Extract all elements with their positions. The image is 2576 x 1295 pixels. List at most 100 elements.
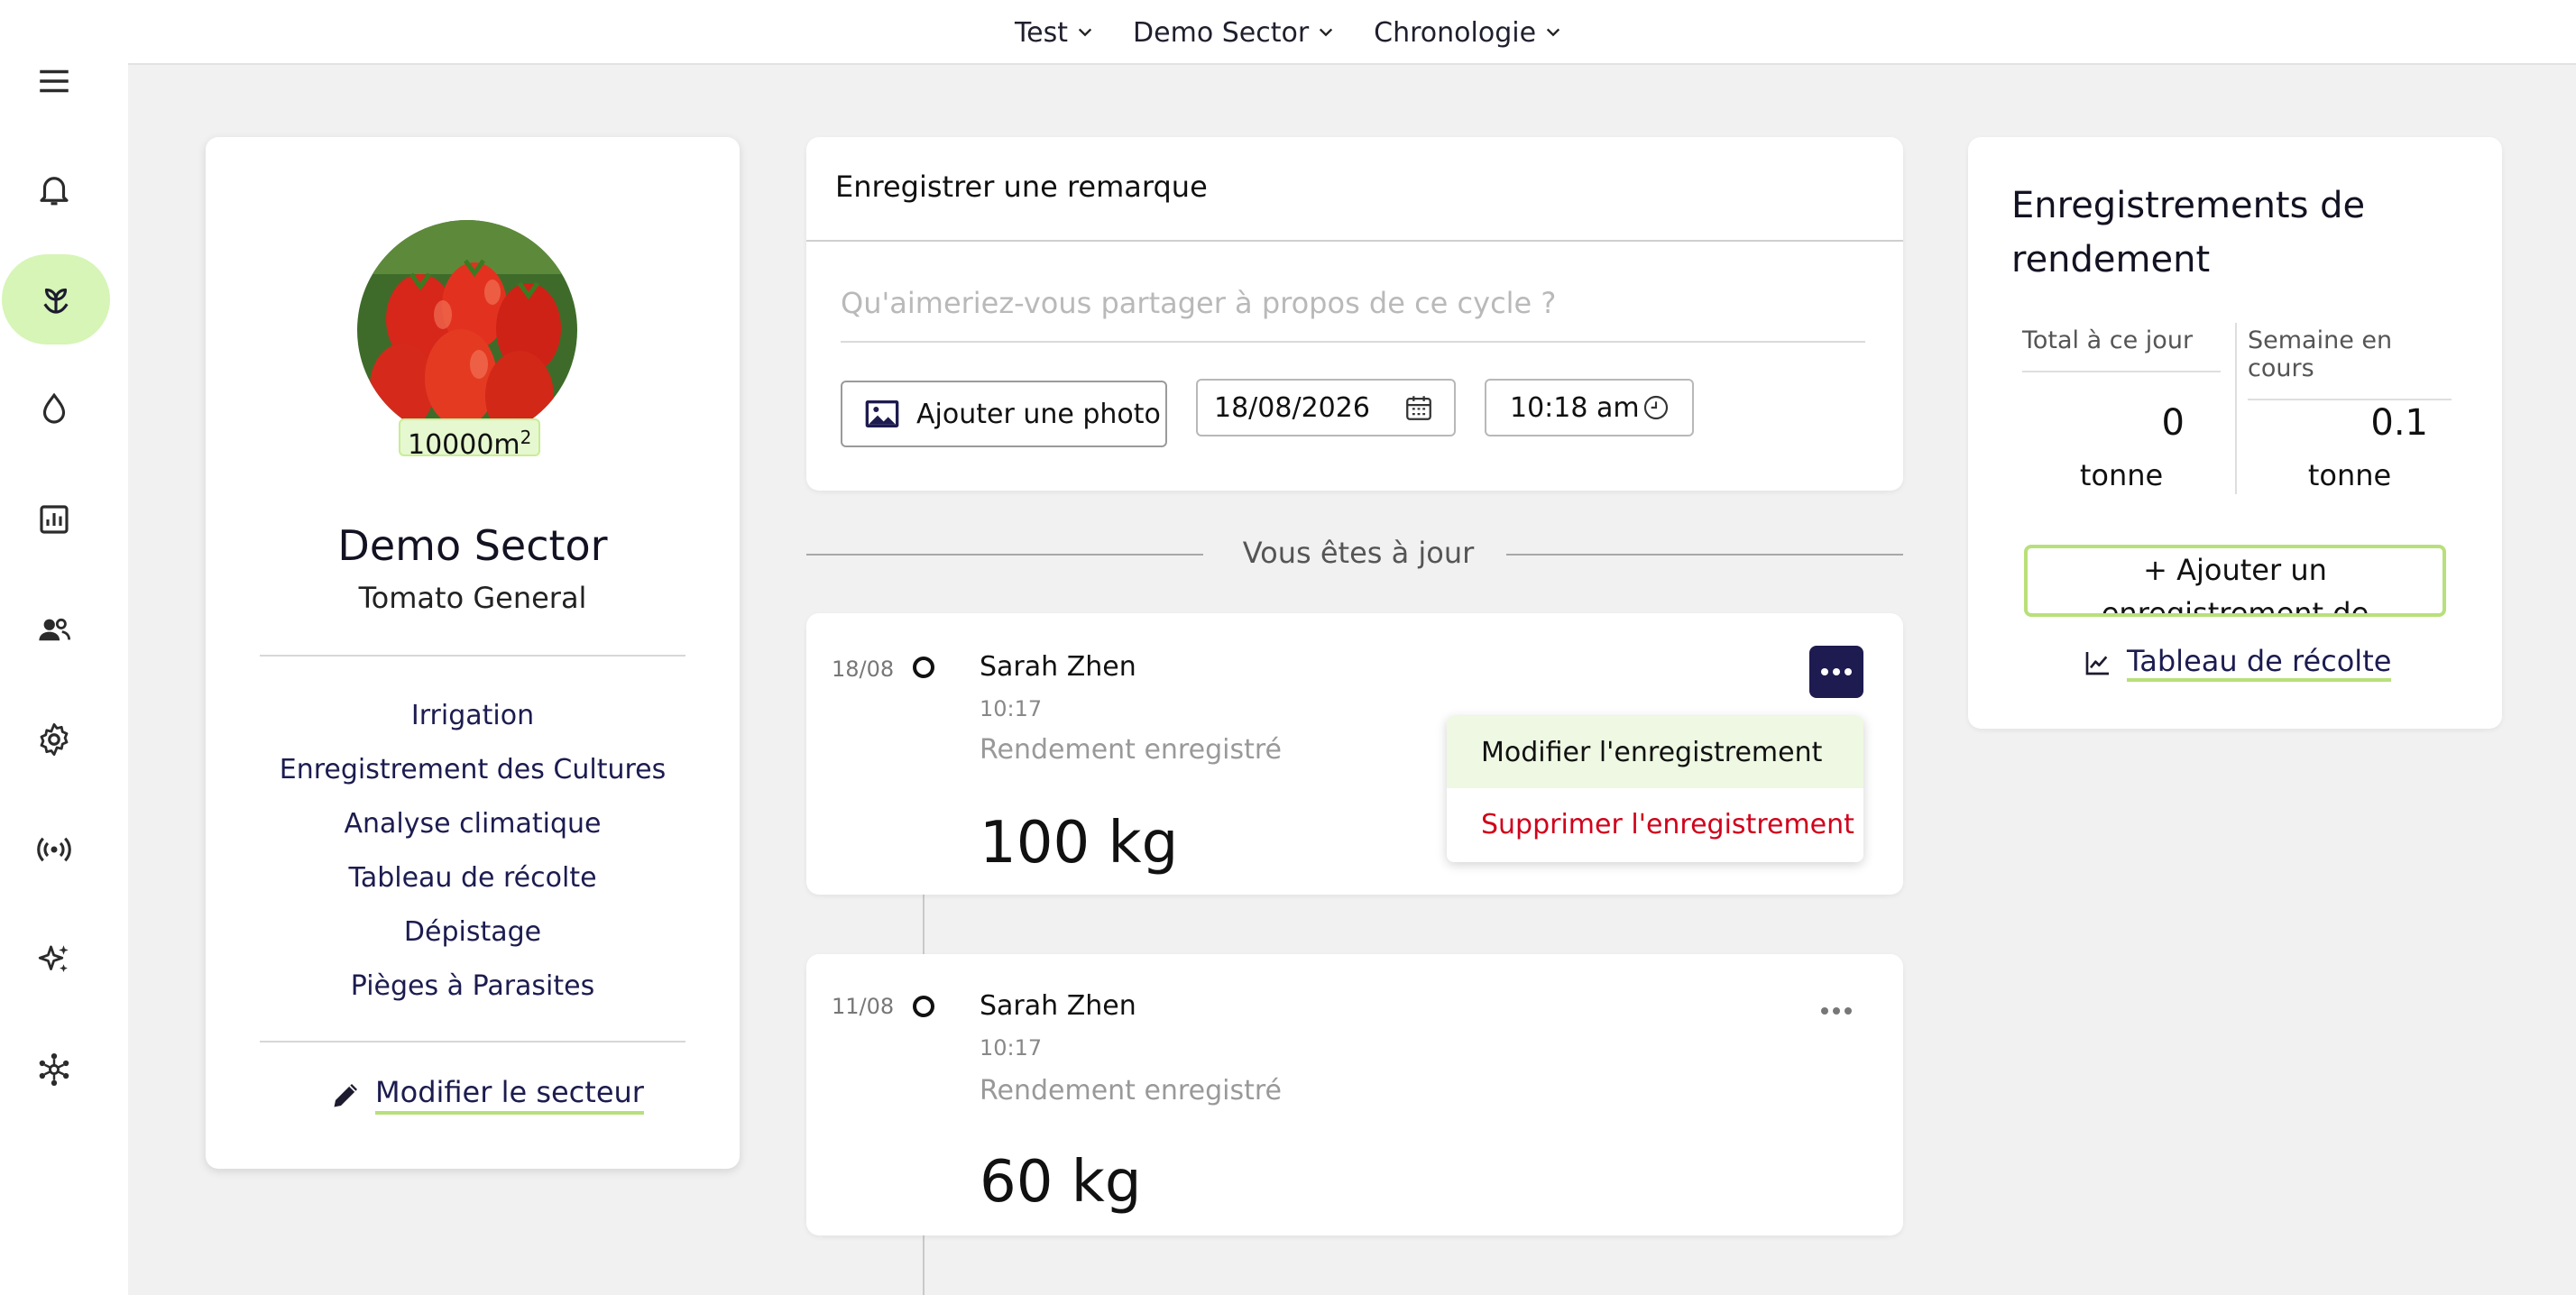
topnav-farm-label: Test xyxy=(1014,16,1069,49)
sector-name: Demo Sector xyxy=(337,521,608,570)
sector-crop-name: Tomato General xyxy=(358,581,587,615)
edit-sector-label: Modifier le secteur xyxy=(375,1075,644,1115)
more-dot xyxy=(1833,668,1840,675)
broadcast-icon xyxy=(37,837,71,862)
sidebar-item-irrigation[interactable] xyxy=(0,364,108,455)
line-chart-icon xyxy=(2085,652,2109,675)
chevron-down-icon xyxy=(1546,28,1560,37)
divider xyxy=(806,554,1203,556)
network-icon xyxy=(39,1052,69,1087)
sector-link-harvest-board[interactable]: Tableau de récolte xyxy=(206,860,740,914)
yield-total-value: 0 xyxy=(2161,402,2185,444)
divider xyxy=(1506,554,1903,556)
pencil-icon xyxy=(334,1084,357,1107)
time-value: 10:18 am xyxy=(1510,391,1640,424)
sector-link-climate[interactable]: Analyse climatique xyxy=(206,806,740,860)
gear-icon xyxy=(40,722,69,757)
harvest-board-link[interactable]: Tableau de récolte xyxy=(2084,644,2392,682)
date-picker[interactable]: 18/08/2026 xyxy=(1196,379,1456,436)
sidebar xyxy=(0,0,128,1295)
more-dot xyxy=(1845,1007,1852,1015)
entry-time: 10:17 xyxy=(980,1035,1043,1061)
yield-week-unit: tonne xyxy=(2307,458,2392,492)
more-dot xyxy=(1833,1007,1840,1015)
menu-item-delete-record[interactable]: Supprimer l'enregistrement xyxy=(1447,788,1863,860)
topnav-farm-select[interactable]: Test xyxy=(1015,17,1093,49)
top-nav: Test Demo Sector Chronologie xyxy=(0,0,2576,65)
sidebar-item-settings[interactable] xyxy=(0,694,108,785)
remark-input[interactable] xyxy=(841,280,1865,343)
chevron-down-icon xyxy=(1320,28,1333,37)
calendar-icon xyxy=(1406,396,1431,420)
topnav-view-label: Chronologie xyxy=(1374,16,1537,49)
sidebar-item-integrations[interactable] xyxy=(0,1024,108,1115)
more-dot xyxy=(1845,668,1852,675)
sector-link-scouting[interactable]: Dépistage xyxy=(206,914,740,969)
yield-week-label: Semaine en cours xyxy=(2248,326,2452,400)
users-icon xyxy=(39,618,71,641)
sidebar-item-notifications[interactable] xyxy=(0,144,108,234)
add-photo-label: Ajouter une photo xyxy=(916,398,1161,430)
chevron-down-icon xyxy=(1078,28,1092,37)
sparkles-icon xyxy=(38,945,69,972)
sector-card: 10000m2 Demo Sector Tomato General Irrig… xyxy=(206,137,740,1169)
entry-author: Sarah Zhen xyxy=(980,651,1136,683)
image-icon xyxy=(865,400,899,427)
remark-card: Enregistrer une remarque Ajouter une pho… xyxy=(806,137,1903,491)
timeline-dot xyxy=(913,996,934,1017)
add-photo-button[interactable]: Ajouter une photo xyxy=(841,381,1167,447)
divider xyxy=(260,655,685,657)
entry-time: 10:17 xyxy=(980,696,1043,721)
entry-kind: Rendement enregistré xyxy=(980,734,1282,766)
more-options-button[interactable] xyxy=(1809,646,1863,698)
more-dot xyxy=(1821,668,1828,675)
remark-title: Enregistrer une remarque xyxy=(835,170,1208,204)
yield-total-label: Total à ce jour xyxy=(2022,326,2221,372)
sidebar-item-analytics[interactable] xyxy=(0,474,108,565)
harvest-board-label: Tableau de récolte xyxy=(2127,644,2392,682)
entry-value: 60 kg xyxy=(980,1149,1142,1216)
more-options-button[interactable] xyxy=(1809,985,1863,1037)
menu-item-edit-record[interactable]: Modifier l'enregistrement xyxy=(1447,716,1863,788)
sector-link-irrigation[interactable]: Irrigation xyxy=(206,698,740,752)
entry-date: 11/08 xyxy=(832,994,895,1019)
entry-author: Sarah Zhen xyxy=(980,990,1136,1022)
yield-week-value: 0.1 xyxy=(2370,402,2428,444)
sector-area-badge: 10000m2 xyxy=(399,418,541,461)
timeline-dot xyxy=(913,657,934,678)
bar-chart-icon xyxy=(40,505,69,534)
timeline-entry: 11/08 Sarah Zhen 10:17 Rendement enregis… xyxy=(806,954,1903,1235)
sector-link-pest-traps[interactable]: Pièges à Parasites xyxy=(206,969,740,1023)
menu-icon xyxy=(40,69,69,93)
sector-area-value: 10000m xyxy=(408,429,520,461)
more-dot xyxy=(1821,1007,1828,1015)
entry-date: 18/08 xyxy=(832,657,895,682)
entry-options-menu: Modifier l'enregistrement Supprimer l'en… xyxy=(1447,716,1863,862)
sidebar-item-ai[interactable] xyxy=(0,914,108,1005)
sidebar-item-sensors[interactable] xyxy=(0,804,108,895)
sidebar-item-sectors[interactable] xyxy=(2,254,110,344)
time-picker[interactable]: 10:18 am xyxy=(1485,379,1694,436)
sidebar-item-team[interactable] xyxy=(0,584,108,675)
edit-sector-link[interactable]: Modifier le secteur xyxy=(330,1075,644,1115)
topnav-sector-label: Demo Sector xyxy=(1133,16,1310,49)
entry-value: 100 kg xyxy=(980,810,1179,877)
add-yield-record-button[interactable]: + Ajouter un enregistrement de rendement xyxy=(2024,545,2446,617)
topnav-view-select[interactable]: Chronologie xyxy=(1374,17,1561,49)
divider xyxy=(260,1041,685,1042)
timeline-status: Vous êtes à jour xyxy=(1242,536,1475,570)
yield-total-unit: tonne xyxy=(2079,458,2164,492)
clock-icon xyxy=(1643,395,1669,420)
yield-records-card: Enregistrements de rendement Total à ce … xyxy=(1968,137,2502,729)
bell-icon xyxy=(40,177,69,206)
sidebar-menu-button[interactable] xyxy=(0,36,108,126)
divider xyxy=(806,240,1903,242)
topnav-sector-select[interactable]: Demo Sector xyxy=(1133,17,1334,49)
divider xyxy=(2235,323,2237,494)
sector-crop-image xyxy=(357,220,577,440)
entry-kind: Rendement enregistré xyxy=(980,1075,1282,1107)
sprout-icon xyxy=(43,288,69,314)
sector-area-exponent: 2 xyxy=(520,427,532,448)
sector-link-crop-records[interactable]: Enregistrement des Cultures xyxy=(206,752,740,806)
water-drop-icon xyxy=(42,392,66,424)
